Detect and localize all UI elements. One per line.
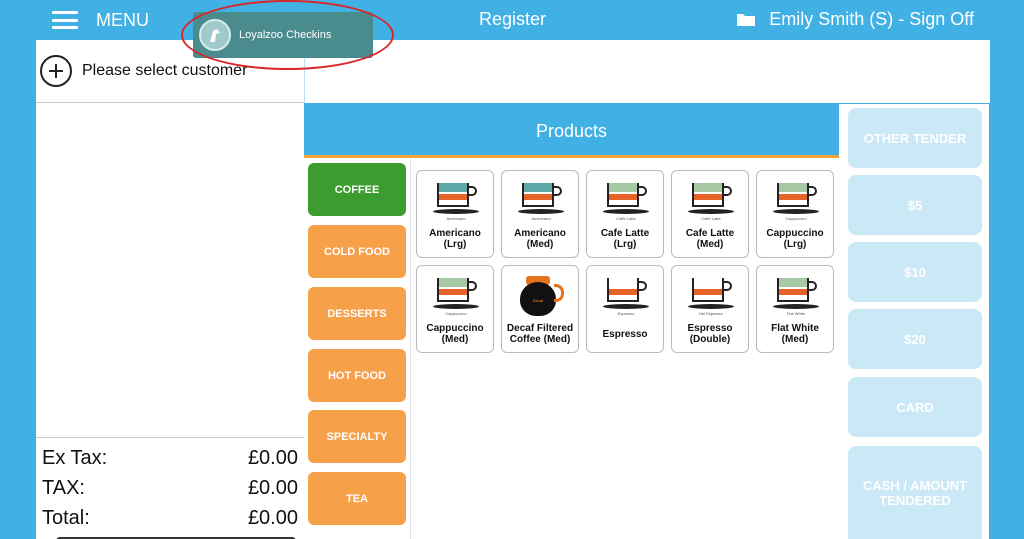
pot-caption: Decaf xyxy=(532,298,544,303)
products-header: Products xyxy=(304,104,839,158)
coffee-cup-icon: Americano xyxy=(518,183,564,221)
total-row-tax: TAX: £0.00 xyxy=(36,473,304,503)
category-tea[interactable]: TEA xyxy=(308,472,406,525)
category-list: COFFEE COLD FOOD DESSERTS HOT FOOD SPECI… xyxy=(304,158,410,539)
top-bar: MENU Register Emily Smith (S) - Sign Off xyxy=(0,0,1024,40)
product-name: Americano (Lrg) xyxy=(429,228,481,250)
category-cold-food[interactable]: COLD FOOD xyxy=(308,225,406,278)
user-label: Emily Smith (S) - Sign Off xyxy=(769,9,974,29)
category-desserts[interactable]: DESSERTS xyxy=(308,287,406,340)
add-circle-icon xyxy=(40,55,72,87)
folder-icon xyxy=(737,14,756,26)
product-card[interactable]: Caffe Latte Cafe Latte (Med) xyxy=(671,170,749,258)
product-card[interactable]: Caffe Latte Cafe Latte (Lrg) xyxy=(586,170,664,258)
user-sign-off[interactable]: Emily Smith (S) - Sign Off xyxy=(737,9,974,30)
coffee-pot-icon: Decaf xyxy=(516,274,566,318)
page-title: Register xyxy=(478,9,547,29)
total-value: £0.00 xyxy=(247,476,298,499)
customer-label: Please select customer xyxy=(82,62,248,79)
totals: Ex Tax: £0.00 TAX: £0.00 Total: £0.00 xyxy=(36,437,304,533)
cup-caption: Americano xyxy=(446,216,466,221)
tender-5-button[interactable]: $5 xyxy=(848,175,982,235)
product-card[interactable]: Americano Americano (Lrg) xyxy=(416,170,494,258)
total-label: Ex Tax: xyxy=(42,446,108,469)
total-row-total: Total: £0.00 xyxy=(36,503,304,533)
coffee-cup-icon: Americano xyxy=(433,183,479,221)
coffee-cup-icon: Caffe Latte xyxy=(688,183,734,221)
coffee-cup-icon: Dbl Espresso xyxy=(688,278,734,316)
product-card[interactable]: Americano Americano (Med) xyxy=(501,170,579,258)
product-card[interactable]: Flat White Flat White (Med) xyxy=(756,265,834,353)
category-coffee[interactable]: COFFEE xyxy=(308,163,406,216)
cup-caption: Americano xyxy=(531,216,551,221)
product-name: Americano (Med) xyxy=(514,228,566,250)
cup-caption: Dbl Espresso xyxy=(699,311,723,316)
product-card[interactable]: Decaf Decaf Filtered Coffee (Med) xyxy=(501,265,579,353)
order-header-area xyxy=(304,40,990,103)
cup-caption: Caffe Latte xyxy=(701,216,721,221)
product-card[interactable]: Cappuccino Cappuccino (Med) xyxy=(416,265,494,353)
coffee-cup-icon: Flat White xyxy=(773,278,819,316)
product-name: Cappuccino (Lrg) xyxy=(766,228,824,250)
coffee-cup-icon: Caffe Latte xyxy=(603,183,649,221)
loyalzoo-checkins-button[interactable]: Loyalzoo Checkins xyxy=(193,12,373,58)
coffee-cup-icon: Cappuccino xyxy=(433,278,479,316)
tender-10-button[interactable]: $10 xyxy=(848,242,982,302)
loyalzoo-logo-icon xyxy=(199,19,231,51)
product-name: Flat White (Med) xyxy=(771,323,819,345)
product-card[interactable]: Cappuccino Cappuccino (Lrg) xyxy=(756,170,834,258)
cup-caption: Caffe Latte xyxy=(616,216,636,221)
tender-other-button[interactable]: OTHER TENDER xyxy=(848,108,982,168)
cup-caption: Espresso xyxy=(617,311,635,316)
product-card[interactable]: Dbl Espresso Espresso (Double) xyxy=(671,265,749,353)
tender-20-button[interactable]: $20 xyxy=(848,309,982,369)
product-name: Cafe Latte (Lrg) xyxy=(600,228,650,250)
total-row-ex-tax: Ex Tax: £0.00 xyxy=(36,443,304,473)
total-label: TAX: xyxy=(42,476,85,499)
menu-button[interactable]: MENU xyxy=(52,6,149,34)
cup-caption: Flat White xyxy=(786,311,805,316)
product-name: Cafe Latte (Med) xyxy=(685,228,735,250)
total-value: £0.00 xyxy=(247,446,298,469)
coffee-cup-icon: Espresso xyxy=(603,278,649,316)
loyalzoo-label: Loyalzoo Checkins xyxy=(239,29,332,41)
total-value: £0.00 xyxy=(247,506,298,529)
total-label: Total: xyxy=(42,506,90,529)
cup-caption: Cappuccino xyxy=(445,311,467,316)
hamburger-icon xyxy=(52,11,78,29)
tender-cash-button[interactable]: CASH / AMOUNT TENDERED xyxy=(848,446,982,539)
product-name: Decaf Filtered Coffee (Med) xyxy=(506,323,574,345)
category-specialty[interactable]: SPECIALTY xyxy=(308,410,406,463)
tender-card-button[interactable]: CARD xyxy=(848,377,982,437)
tender-panel: OTHER TENDER $5 $10 $20 CARD CASH / AMOU… xyxy=(839,104,989,539)
order-panel: Please select customer Ex Tax: £0.00 TAX… xyxy=(36,40,304,539)
cup-caption: Cappuccino xyxy=(785,216,807,221)
product-name: Espresso xyxy=(602,329,648,340)
product-name: Espresso (Double) xyxy=(687,323,733,345)
product-card[interactable]: Espresso Espresso xyxy=(586,265,664,353)
category-hot-food[interactable]: HOT FOOD xyxy=(308,349,406,402)
product-name: Cappuccino (Med) xyxy=(426,323,484,345)
product-grid: Americano Americano (Lrg) Americano Amer… xyxy=(410,158,839,539)
coffee-cup-icon: Cappuccino xyxy=(773,183,819,221)
menu-label: MENU xyxy=(96,9,149,30)
